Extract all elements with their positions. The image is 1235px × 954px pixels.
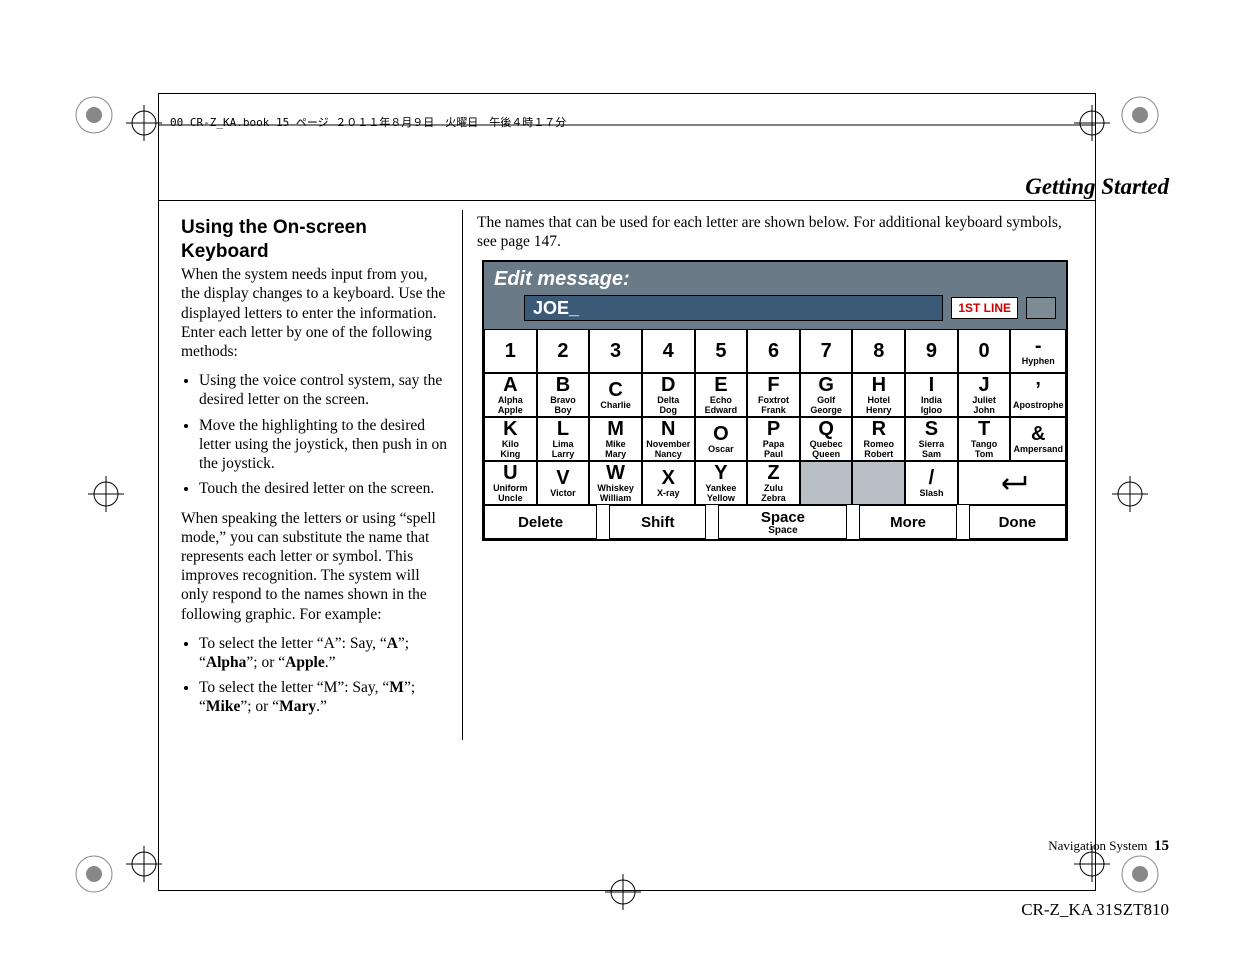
key-6[interactable]: 6 (747, 329, 800, 373)
key-f[interactable]: FFoxtrotFrank (747, 373, 800, 417)
book-header: 00 CR-Z_KA.book 15 ページ ２０１１年８月９日 火曜日 午後４… (170, 114, 566, 130)
keyboard-spacer (1026, 297, 1056, 319)
key-r[interactable]: RRomeoRobert (852, 417, 905, 461)
chapter-title: Getting Started (1025, 174, 1169, 200)
page-footer: Navigation System 15 (1048, 838, 1169, 855)
column-separator (462, 210, 463, 740)
key-m[interactable]: MMikeMary (589, 417, 642, 461)
method-bullet: Touch the desired letter on the screen. (199, 479, 449, 498)
regmark-icon (1120, 854, 1160, 894)
key-3[interactable]: 3 (589, 329, 642, 373)
right-intro: The names that can be used for each lett… (477, 214, 1077, 252)
key-e[interactable]: EEchoEdward (695, 373, 748, 417)
crosshair-icon (1112, 476, 1148, 512)
shift-key[interactable]: Shift (609, 505, 706, 539)
regmark-icon (74, 95, 114, 135)
key-h[interactable]: HHotelHenry (852, 373, 905, 417)
spellmode-paragraph: When speaking the letters or using “spel… (181, 509, 449, 624)
key-blank (852, 461, 905, 505)
intro-paragraph: When the system needs input from you, th… (181, 265, 449, 361)
key-8[interactable]: 8 (852, 329, 905, 373)
key-o[interactable]: OOscar (695, 417, 748, 461)
crosshair-icon (126, 105, 162, 141)
key-p[interactable]: PPapaPaul (747, 417, 800, 461)
more-key[interactable]: More (859, 505, 956, 539)
key-7[interactable]: 7 (800, 329, 853, 373)
example-bullet: To select the letter “A”: Say, “A”; “Alp… (199, 634, 449, 672)
enter-key[interactable] (958, 461, 1066, 505)
key-l[interactable]: LLimaLarry (537, 417, 590, 461)
key-k[interactable]: KKiloKing (484, 417, 537, 461)
top-divider (158, 200, 1096, 201)
doc-code: CR-Z_KA 31SZT810 (1021, 900, 1169, 920)
key-n[interactable]: NNovemberNancy (642, 417, 695, 461)
example-bullet: To select the letter “M”: Say, “M”; “Mik… (199, 678, 449, 716)
key-9[interactable]: 9 (905, 329, 958, 373)
key-a[interactable]: AAlphaApple (484, 373, 537, 417)
key--[interactable]: -Hyphen (1010, 329, 1066, 373)
key-y[interactable]: YYankeeYellow (695, 461, 748, 505)
key-2[interactable]: 2 (537, 329, 590, 373)
key-i[interactable]: IIndiaIgloo (905, 373, 958, 417)
key-d[interactable]: DDeltaDog (642, 373, 695, 417)
key-0[interactable]: 0 (958, 329, 1011, 373)
keyboard-input[interactable]: JOE_ (524, 295, 943, 321)
key-z[interactable]: ZZuluZebra (747, 461, 800, 505)
key-/[interactable]: /Slash (905, 461, 958, 505)
key-j[interactable]: JJulietJohn (958, 373, 1011, 417)
key-g[interactable]: GGolfGeorge (800, 373, 853, 417)
key-blank (800, 461, 853, 505)
key-’[interactable]: ’Apostrophe (1010, 373, 1066, 417)
regmark-icon (1120, 95, 1160, 135)
key-u[interactable]: UUniformUncle (484, 461, 537, 505)
key-1[interactable]: 1 (484, 329, 537, 373)
crosshair-icon (126, 846, 162, 882)
key-x[interactable]: XX-ray (642, 461, 695, 505)
delete-key[interactable]: Delete (484, 505, 597, 539)
keyboard-title: Edit message: (494, 268, 630, 290)
key-q[interactable]: QQuebecQueen (800, 417, 853, 461)
onscreen-keyboard: Edit message: JOE_ 1ST LINE 1234567890-H… (482, 260, 1068, 541)
key-b[interactable]: BBravoBoy (537, 373, 590, 417)
enter-icon (995, 474, 1029, 492)
method-bullet: Move the highlighting to the desired let… (199, 416, 449, 474)
section-heading: Using the On-screen Keyboard (181, 216, 449, 263)
method-bullet: Using the voice control system, say the … (199, 371, 449, 409)
crosshair-icon (88, 476, 124, 512)
key-4[interactable]: 4 (642, 329, 695, 373)
line-badge: 1ST LINE (951, 297, 1018, 319)
key-5[interactable]: 5 (695, 329, 748, 373)
regmark-icon (74, 854, 114, 894)
left-column: Using the On-screen Keyboard When the sy… (181, 216, 449, 727)
space-key[interactable]: SpaceSpace (718, 505, 847, 539)
key-&[interactable]: &Ampersand (1010, 417, 1066, 461)
key-t[interactable]: TTangoTom (958, 417, 1011, 461)
right-column: The names that can be used for each lett… (477, 214, 1077, 252)
key-v[interactable]: VVictor (537, 461, 590, 505)
keyboard-grid: 1234567890-Hyphen AAlphaAppleBBravoBoyCC… (484, 329, 1066, 539)
key-c[interactable]: CCharlie (589, 373, 642, 417)
key-s[interactable]: SSierraSam (905, 417, 958, 461)
done-key[interactable]: Done (969, 505, 1066, 539)
key-w[interactable]: WWhiskeyWilliam (589, 461, 642, 505)
